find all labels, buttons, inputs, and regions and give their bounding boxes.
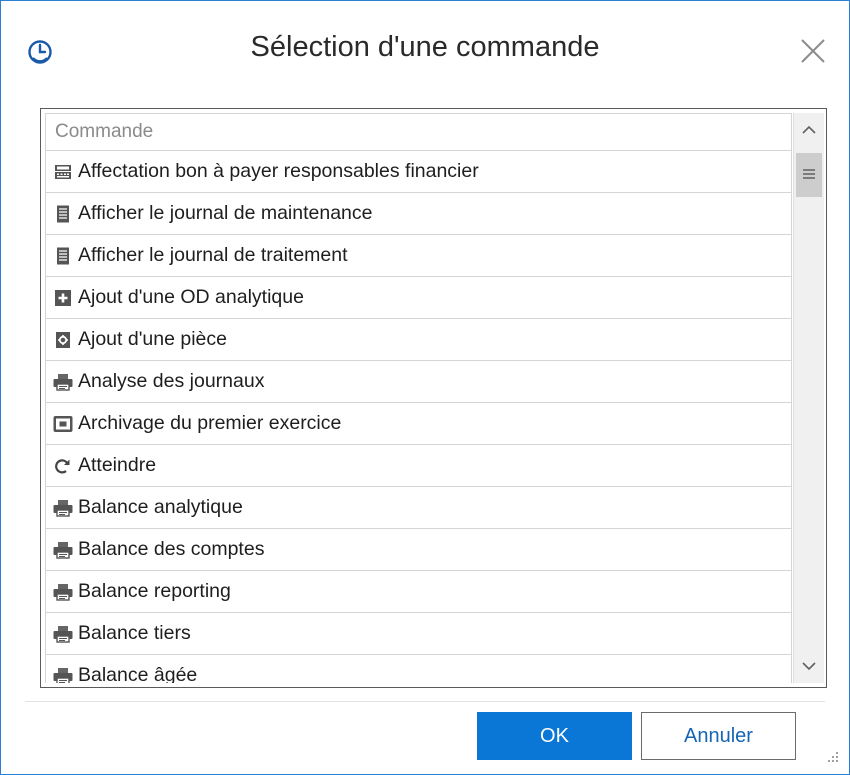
ok-button[interactable]: OK xyxy=(477,712,632,760)
list-item[interactable]: Ajout d'une pièce xyxy=(45,319,792,361)
list-item-label: Atteindre xyxy=(78,454,157,476)
printer-icon xyxy=(52,497,74,519)
list-item[interactable]: Afficher le journal de traitement xyxy=(45,235,792,277)
list-item[interactable]: Balance âgée xyxy=(45,655,792,683)
list-item-label: Balance âgée xyxy=(78,664,198,683)
list-item-label: Balance des comptes xyxy=(78,538,265,560)
list-item-label: Balance analytique xyxy=(78,496,243,518)
list-item-label: Afficher le journal de maintenance xyxy=(78,202,373,224)
list-item-label: Ajout d'une pièce xyxy=(78,328,228,350)
list-item[interactable]: Affectation bon à payer responsables fin… xyxy=(45,151,792,193)
chevron-down-icon xyxy=(802,658,816,674)
scroll-down-button[interactable] xyxy=(794,649,824,683)
list-item-label: Balance tiers xyxy=(78,622,191,644)
list-item[interactable]: Balance analytique xyxy=(45,487,792,529)
document-list-icon xyxy=(52,245,74,267)
scroll-up-button[interactable] xyxy=(794,113,824,147)
list-item[interactable]: Balance tiers xyxy=(45,613,792,655)
command-list[interactable]: Commande Affectation bon à payer respons… xyxy=(40,108,827,688)
list-item[interactable]: Archivage du premier exercice xyxy=(45,403,792,445)
resize-grip-icon[interactable] xyxy=(823,749,841,767)
archive-icon xyxy=(52,413,74,435)
list-item-label: Analyse des journaux xyxy=(78,370,265,392)
document-list-icon xyxy=(52,203,74,225)
list-item-label: Archivage du premier exercice xyxy=(78,412,342,434)
command-selection-dialog: Sélection d'une commande Commande Affect… xyxy=(0,0,850,775)
add-document-icon xyxy=(52,287,74,309)
list-item-label: Ajout d'une OD analytique xyxy=(78,286,304,308)
list-item-label: Affectation bon à payer responsables fin… xyxy=(78,160,479,182)
list-item[interactable]: Afficher le journal de maintenance xyxy=(45,193,792,235)
chevron-up-icon xyxy=(802,122,816,138)
printer-icon xyxy=(52,665,74,683)
list-item[interactable]: Balance reporting xyxy=(45,571,792,613)
grip-lines-icon xyxy=(803,166,815,184)
cancel-button[interactable]: Annuler xyxy=(641,712,796,760)
title-bar: Sélection d'une commande xyxy=(1,1,849,101)
close-icon xyxy=(800,38,826,69)
list-item[interactable]: Balance des comptes xyxy=(45,529,792,571)
list-item[interactable]: Ajout d'une OD analytique xyxy=(45,277,792,319)
vertical-scrollbar[interactable] xyxy=(793,113,824,683)
column-header-commande[interactable]: Commande xyxy=(45,113,792,151)
printer-icon xyxy=(52,539,74,561)
printer-icon xyxy=(52,623,74,645)
list-item-label: Afficher le journal de traitement xyxy=(78,244,348,266)
redo-arrow-icon xyxy=(52,455,74,477)
list-item[interactable]: Analyse des journaux xyxy=(45,361,792,403)
cash-register-icon xyxy=(52,161,74,183)
command-rows: Affectation bon à payer responsables fin… xyxy=(45,151,792,683)
printer-icon xyxy=(52,371,74,393)
footer-separator xyxy=(25,701,825,702)
command-list-viewport: Commande Affectation bon à payer respons… xyxy=(45,113,792,683)
gear-document-icon xyxy=(52,329,74,351)
close-button[interactable] xyxy=(791,31,835,75)
list-item[interactable]: Atteindre xyxy=(45,445,792,487)
printer-icon xyxy=(52,581,74,603)
list-item-label: Balance reporting xyxy=(78,580,231,602)
scroll-thumb[interactable] xyxy=(796,153,822,197)
dialog-title: Sélection d'une commande xyxy=(250,31,600,63)
